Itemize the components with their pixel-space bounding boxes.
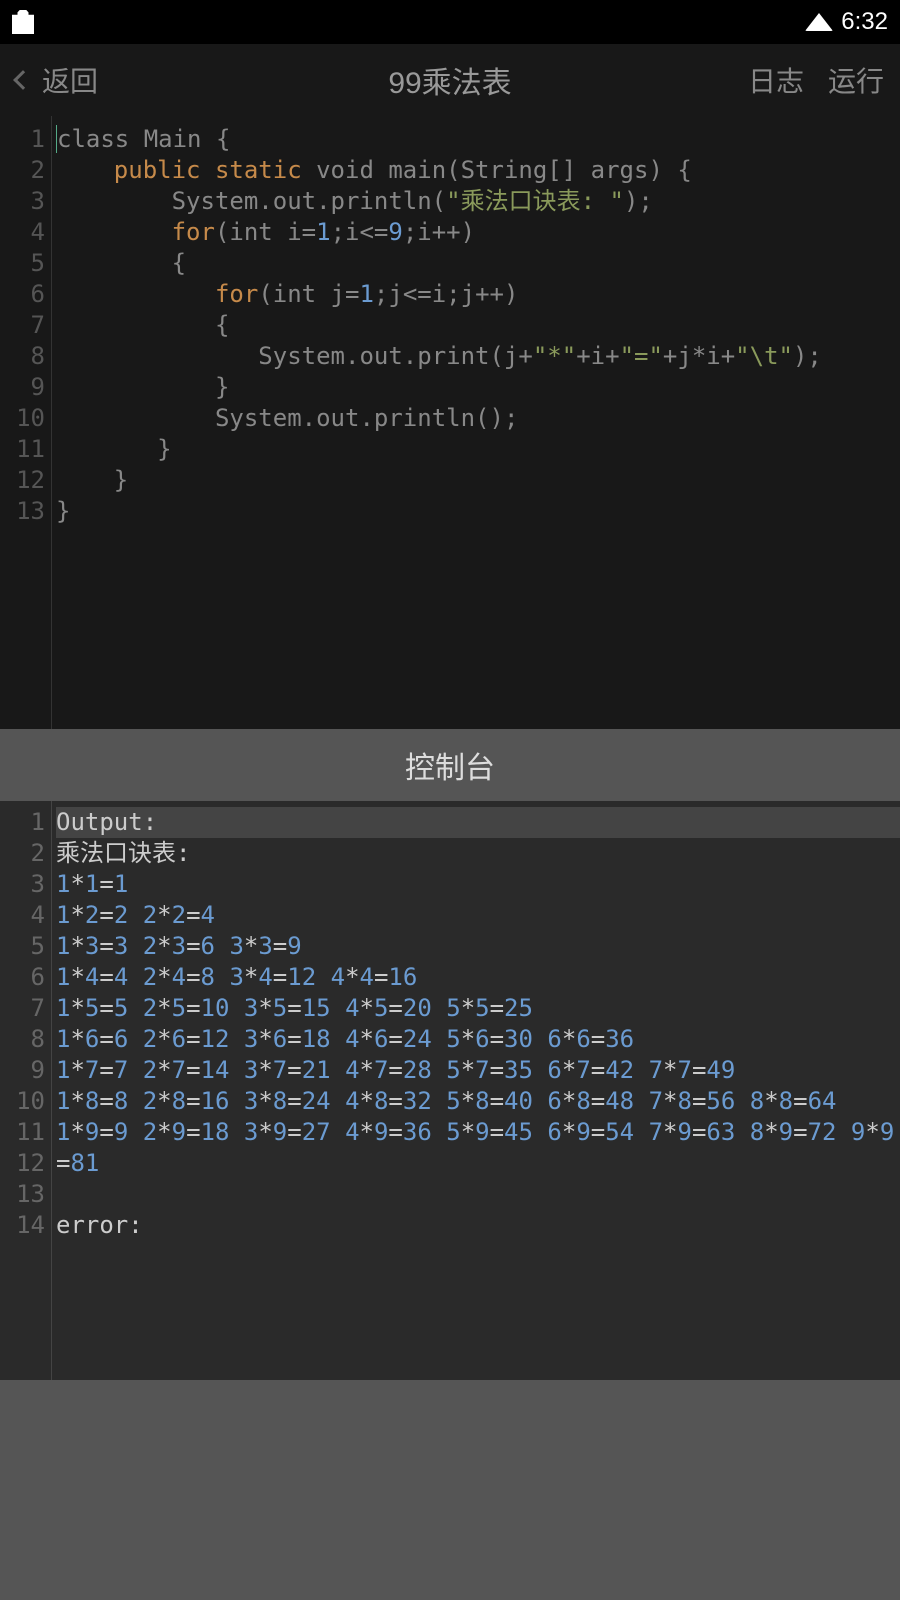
status-time: 6:32 bbox=[841, 8, 888, 36]
log-button[interactable]: 日志 bbox=[748, 60, 804, 100]
code-editor[interactable]: 12345678910111213 class Main { public st… bbox=[0, 116, 900, 729]
back-button[interactable]: 返回 bbox=[16, 60, 98, 100]
console-gutter: 1234567891011121314 bbox=[0, 801, 52, 1380]
chevron-left-icon bbox=[13, 70, 33, 90]
status-bar: 6:32 bbox=[0, 0, 900, 44]
run-button[interactable]: 运行 bbox=[828, 60, 884, 100]
wifi-icon bbox=[805, 13, 833, 31]
console-header: 控制台 bbox=[0, 729, 900, 801]
code-content[interactable]: class Main { public static void main(Str… bbox=[52, 116, 900, 729]
shopping-bag-icon bbox=[12, 10, 34, 34]
bottom-bar bbox=[0, 1380, 900, 1600]
console-content: Output:乘法口诀表: 1*1=11*2=2 2*2=41*3=3 2*3=… bbox=[52, 801, 900, 1380]
back-label: 返回 bbox=[42, 60, 98, 100]
app-header: 返回 99乘法表 日志 运行 bbox=[0, 44, 900, 116]
console-output[interactable]: 1234567891011121314 Output:乘法口诀表: 1*1=11… bbox=[0, 801, 900, 1380]
page-title: 99乘法表 bbox=[388, 58, 511, 102]
code-gutter: 12345678910111213 bbox=[0, 116, 52, 729]
